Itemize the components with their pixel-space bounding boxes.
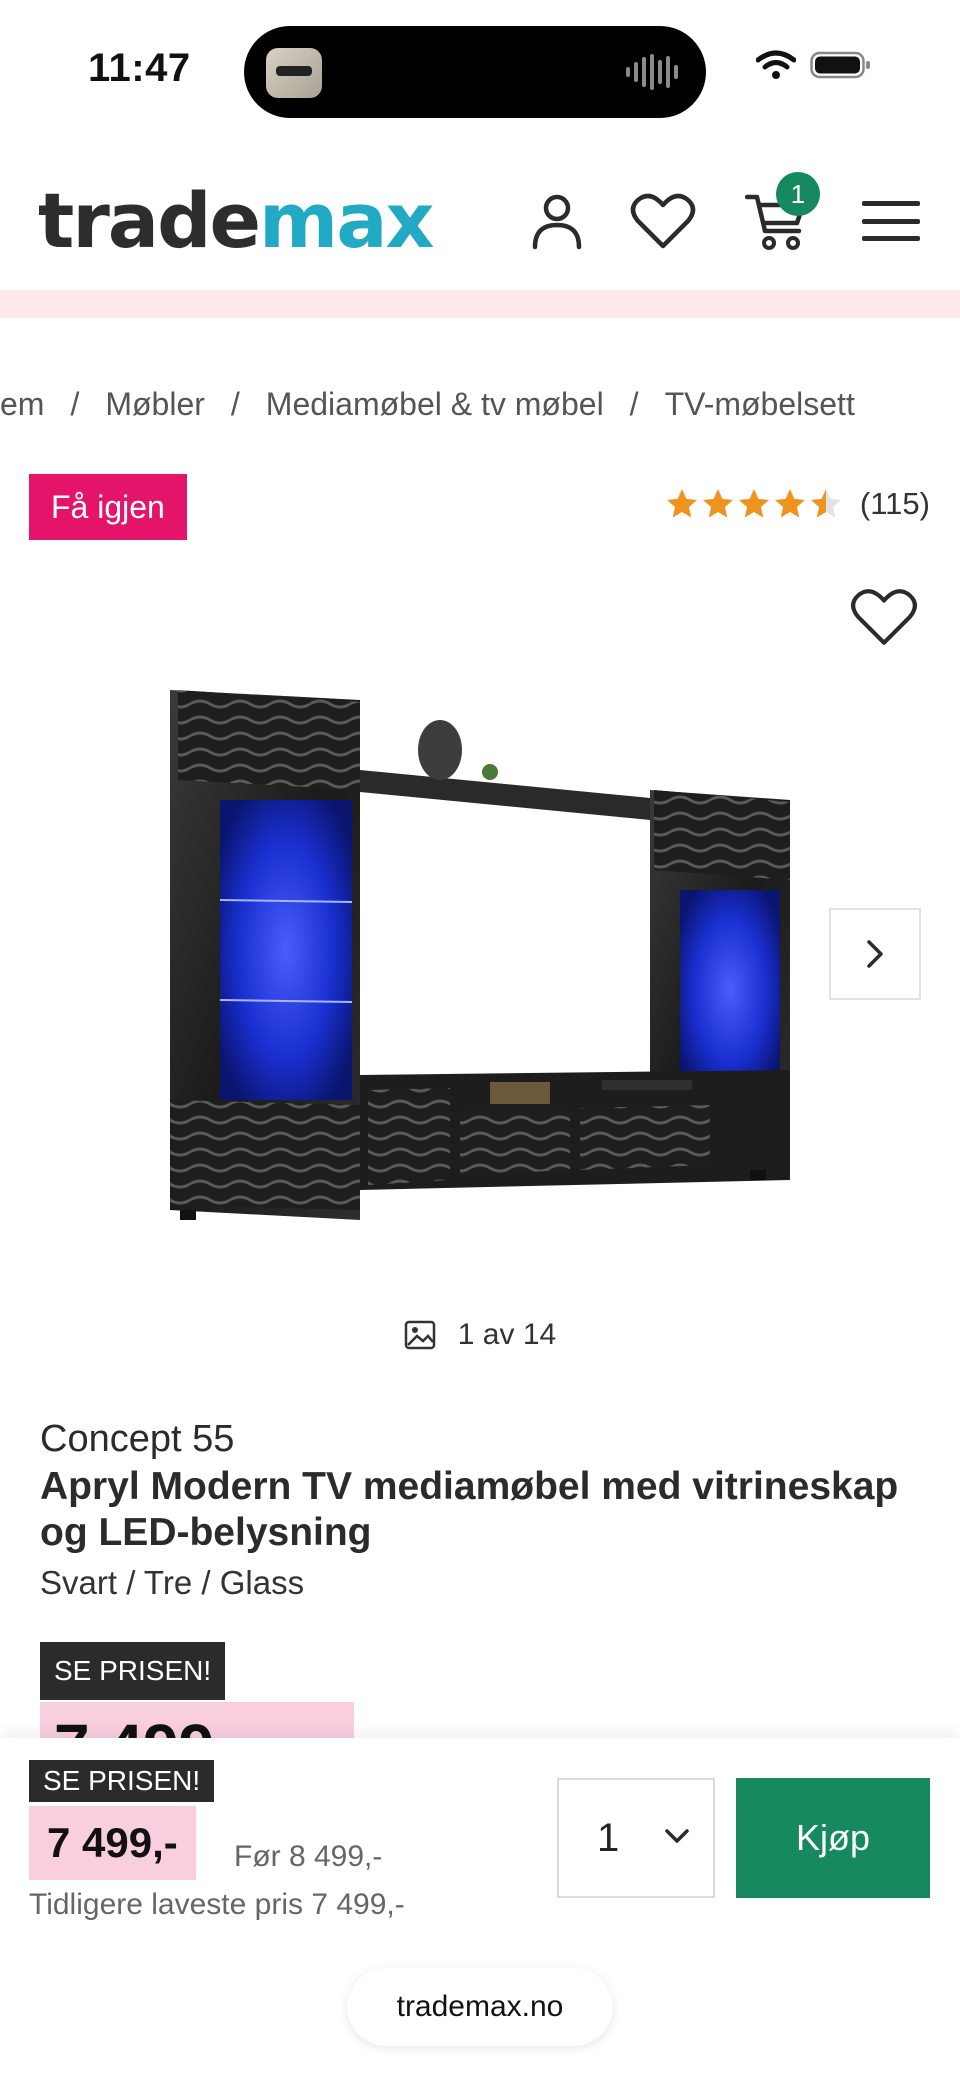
cart-count-badge: 1 — [776, 172, 820, 216]
image-icon — [404, 1320, 436, 1350]
cart-button[interactable]: 1 — [742, 172, 820, 256]
product-variant: Svart / Tre / Glass — [40, 1564, 305, 1601]
status-bar: 11:47 — [0, 0, 960, 130]
promo-badge: Få igjen — [29, 474, 187, 540]
status-icons — [756, 50, 872, 80]
add-to-wishlist-button[interactable] — [850, 586, 918, 648]
wifi-icon — [756, 50, 796, 80]
product-rating[interactable]: (115) — [664, 486, 930, 522]
star-full-icon — [702, 489, 733, 518]
sticky-price: 7 499,- — [29, 1806, 196, 1880]
wishlist-button[interactable] — [628, 186, 698, 256]
now-playing-artwork — [266, 48, 322, 98]
menu-button[interactable] — [856, 186, 926, 256]
user-icon — [532, 194, 582, 250]
breadcrumb-separator: / — [629, 386, 639, 422]
menu-icon — [862, 201, 920, 241]
status-time: 11:47 — [88, 46, 191, 90]
lowest-price-note: Tidligere laveste pris 7 499,- — [29, 1888, 405, 1921]
star-full-icon — [738, 489, 769, 518]
logo-part-max: max — [259, 176, 434, 265]
audio-wave-icon — [626, 54, 680, 90]
see-price-label: SE PRISEN! — [40, 1642, 226, 1700]
star-full-icon — [774, 489, 805, 518]
chevron-right-icon — [867, 940, 883, 968]
heart-icon — [630, 193, 696, 249]
quantity-value: 1 — [597, 1815, 620, 1860]
breadcrumb-item[interactable]: em — [0, 386, 44, 423]
star-half-icon — [810, 489, 841, 518]
breadcrumb-separator: / — [230, 386, 240, 422]
trademax-logo[interactable]: trademax — [38, 176, 435, 265]
heart-icon — [851, 589, 917, 645]
breadcrumb: em / Møbler / Mediamøbel & tv møbel / TV-møbel… — [0, 386, 960, 423]
dynamic-island — [244, 26, 706, 118]
account-button[interactable] — [522, 186, 592, 256]
star-full-icon — [666, 489, 697, 518]
site-header: trademax 1 — [0, 150, 960, 290]
breadcrumb-item[interactable]: TV-møbelsett — [665, 386, 855, 423]
product-image[interactable] — [150, 680, 800, 1230]
image-counter: 1 av 14 — [0, 1318, 960, 1352]
breadcrumb-separator: / — [70, 386, 80, 422]
chevron-down-icon — [665, 1829, 689, 1843]
sticky-buy-bar: SE PRISEN! 7 499,- Før 8 499,- Tidligere… — [0, 1738, 960, 2081]
battery-icon — [810, 50, 872, 80]
browser-url-bar[interactable]: trademax.no — [347, 1968, 613, 2046]
sticky-see-price-label: SE PRISEN! — [29, 1760, 215, 1802]
image-counter-text: 1 av 14 — [457, 1318, 557, 1351]
logo-part-trade: trade — [38, 176, 261, 265]
buy-button[interactable]: Kjøp — [736, 1778, 930, 1898]
rating-count: (115) — [859, 486, 930, 521]
before-price: Før 8 499,- — [234, 1840, 383, 1873]
product-title: Apryl Modern TV mediamøbel med vitrinesk… — [40, 1465, 899, 1554]
breadcrumb-item[interactable]: Mediamøbel & tv møbel — [266, 386, 604, 423]
breadcrumb-item[interactable]: Møbler — [105, 386, 205, 423]
product-brand[interactable]: Concept 55 — [40, 1418, 234, 1461]
next-image-button[interactable] — [829, 908, 921, 1000]
promo-strip — [0, 290, 960, 318]
quantity-select[interactable]: 1 — [557, 1778, 715, 1898]
